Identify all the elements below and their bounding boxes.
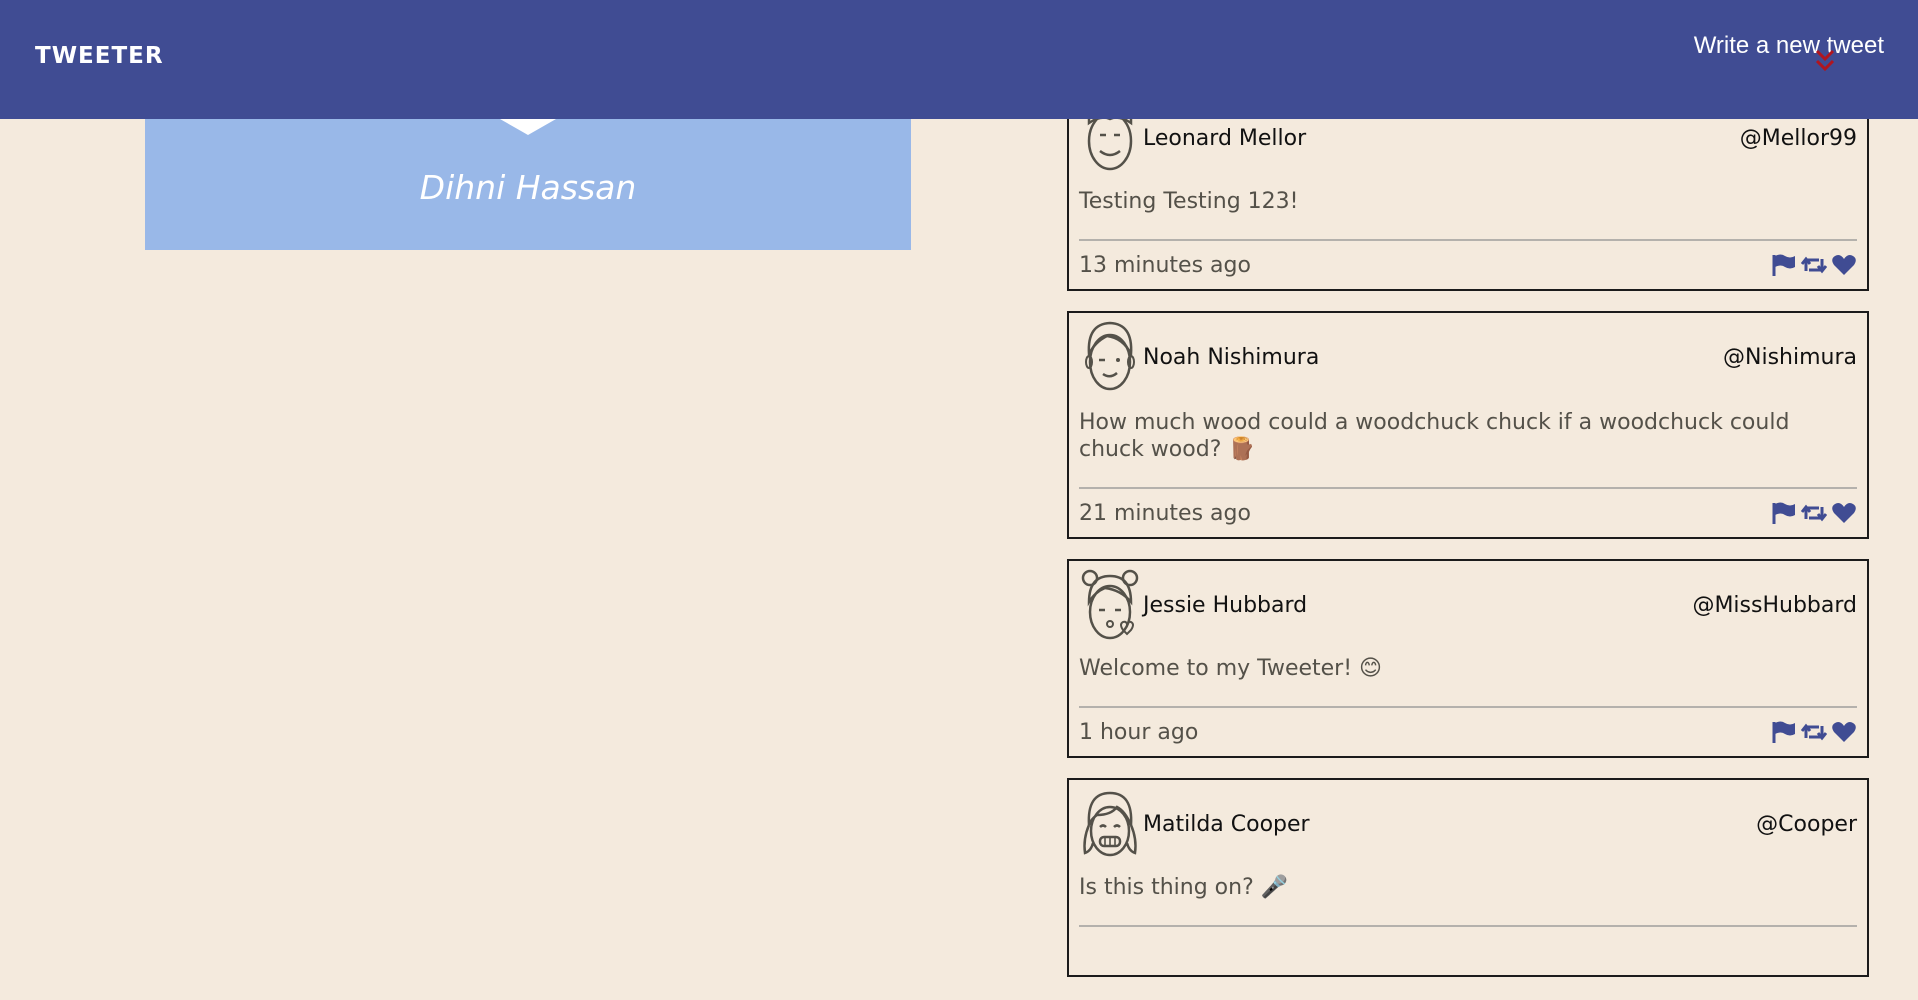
tweet-card: Jessie Hubbard @MissHubbard Welcome to m… (1067, 559, 1869, 758)
flag-icon[interactable] (1771, 501, 1797, 525)
tweet-handle[interactable]: @Cooper (1756, 812, 1857, 837)
tweet-footer: 1 hour ago (1079, 706, 1857, 756)
tweet-footer: 13 minutes ago (1079, 239, 1857, 289)
flag-icon[interactable] (1771, 720, 1797, 744)
tweet-actions (1771, 501, 1857, 525)
brand-logo[interactable]: TWEETER (35, 43, 164, 69)
tweet-actions (1771, 720, 1857, 744)
tweet-actions (1771, 253, 1857, 277)
tweet-author: Leonard Mellor (1143, 125, 1307, 151)
tweet-header: Matilda Cooper @Cooper (1079, 788, 1857, 860)
profile-banner: Dihni Hassan (145, 119, 911, 250)
tweet-time: 1 hour ago (1079, 719, 1199, 745)
heart-icon[interactable] (1831, 253, 1857, 277)
tweet-card: Leonard Mellor @Mellor99 Testing Testing… (1067, 100, 1869, 291)
flag-icon[interactable] (1771, 253, 1797, 277)
tweet-time: 21 minutes ago (1079, 500, 1251, 526)
tweet-header: Noah Nishimura @Nishimura (1079, 321, 1857, 393)
tweet-text: How much wood could a woodchuck chuck if… (1079, 410, 1790, 462)
tweet-card: Noah Nishimura @Nishimura How much wood … (1067, 311, 1869, 539)
retweet-icon[interactable] (1801, 501, 1827, 525)
write-new-tweet-button[interactable]: Write a new tweet (1694, 32, 1884, 60)
avatar-notch (500, 119, 556, 135)
double-chevron-down-icon[interactable] (1814, 48, 1836, 74)
tweet-text: Testing Testing 123! (1079, 189, 1299, 214)
tweet-author: Matilda Cooper (1143, 811, 1310, 837)
tweet-handle[interactable]: @Mellor99 (1740, 126, 1857, 151)
tweet-list: Leonard Mellor @Mellor99 Testing Testing… (1067, 100, 1869, 997)
profile-name: Dihni Hassan (419, 168, 637, 207)
tweet-time: 13 minutes ago (1079, 252, 1251, 278)
tweet-handle[interactable]: @MissHubbard (1692, 593, 1857, 618)
heart-icon[interactable] (1831, 720, 1857, 744)
tweet-handle[interactable]: @Nishimura (1723, 345, 1857, 370)
retweet-icon[interactable] (1801, 720, 1827, 744)
tweet-header: Jessie Hubbard @MissHubbard (1079, 569, 1857, 641)
tweet-footer: 21 minutes ago (1079, 487, 1857, 537)
tweet-card: Matilda Cooper @Cooper Is this thing on?… (1067, 778, 1869, 977)
tweet-footer (1079, 925, 1857, 975)
heart-icon[interactable] (1831, 501, 1857, 525)
girl-kiss-icon (1081, 569, 1139, 640)
retweet-icon[interactable] (1801, 253, 1827, 277)
boy-wink-icon (1085, 321, 1135, 391)
girl-grin-icon (1083, 791, 1137, 857)
tweet-text: Is this thing on? 🎤 (1079, 875, 1289, 900)
tweet-author: Jessie Hubbard (1143, 592, 1308, 618)
tweet-author: Noah Nishimura (1143, 344, 1320, 370)
top-nav: TWEETER Write a new tweet (0, 0, 1918, 119)
tweet-text: Welcome to my Tweeter! 😊 (1079, 656, 1382, 681)
